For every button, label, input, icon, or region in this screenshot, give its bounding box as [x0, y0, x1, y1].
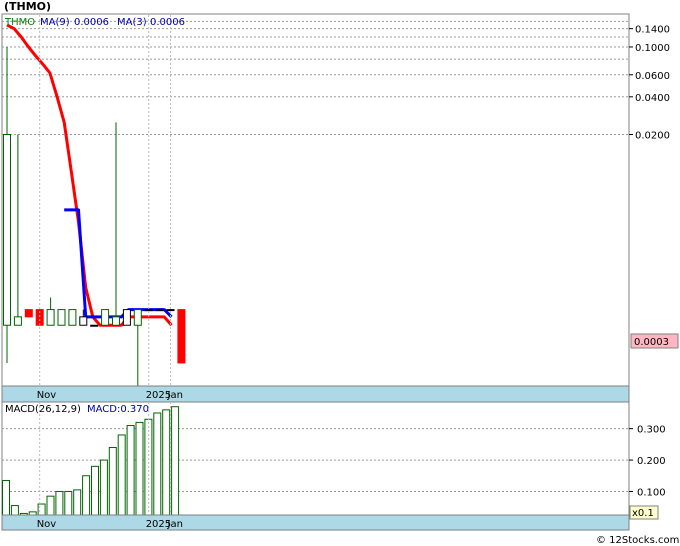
stock-chart: Nov 2025Jan 0.14000.10000.06000.04000.020…: [1, 13, 679, 546]
macd-title: MACD(26,12,9): [5, 404, 81, 415]
price-x-label: Nov: [37, 390, 57, 401]
ma3-line: [64, 208, 173, 319]
macd-bar: [73, 489, 82, 516]
macd-bar: [37, 503, 46, 516]
macd-bar: [99, 459, 108, 516]
macd-value-label: MACD:0.370: [87, 404, 149, 415]
macd-bar: [82, 475, 91, 516]
macd-bar: [171, 406, 180, 516]
candle-body: [177, 309, 186, 364]
price-x-axis-band: [1, 385, 630, 403]
price-ytick-label: 0.0600: [635, 71, 670, 82]
candle-body: [112, 316, 120, 326]
macd-bar: [117, 434, 126, 516]
macd-ytick-label: 0.200: [637, 456, 666, 467]
macd-bar: [126, 425, 135, 516]
macd-bar: [46, 495, 55, 516]
current-price-label: 0.0003: [634, 337, 669, 348]
candle-body: [155, 309, 164, 312]
macd-ytick-label: 0.300: [637, 425, 666, 436]
macd-bar: [2, 479, 10, 516]
macd-bar: [135, 421, 144, 516]
macd-bar: [162, 409, 171, 516]
price-x-label: Jan: [167, 390, 183, 401]
candle-body: [133, 309, 142, 326]
legend-ma9-label: MA(9): [40, 17, 70, 28]
macd-bar: [153, 412, 162, 516]
legend-symbol: THMO: [4, 17, 35, 28]
candle-body: [3, 134, 11, 326]
legend-ma9-value: 0.0006: [74, 17, 109, 28]
candle-body: [166, 309, 175, 312]
price-ytick-label: 0.0400: [635, 93, 670, 104]
macd-ytick-label: 0.100: [637, 487, 666, 498]
macd-bar: [64, 490, 73, 516]
candle-body: [90, 324, 99, 327]
ma9-line: [6, 23, 173, 327]
price-panel: [1, 13, 630, 403]
candle-body: [101, 309, 110, 326]
candle-body: [57, 309, 66, 326]
price-ytick-label: 0.1400: [635, 25, 670, 36]
candle-body: [46, 309, 55, 326]
price-ytick-label: 0.1000: [635, 43, 670, 54]
candle-body: [13, 316, 22, 326]
candle-body: [144, 309, 153, 312]
macd-x-label: Jan: [167, 519, 183, 530]
legend-ma3-value: 0.0006: [150, 17, 185, 28]
candle-body: [122, 309, 131, 326]
macd-x-label: Nov: [37, 519, 57, 530]
macd-bar: [55, 490, 64, 516]
candle-body: [24, 309, 33, 318]
copyright: © 12Stocks.com: [596, 535, 679, 546]
legend-ma3-label: MA(3): [117, 17, 147, 28]
macd-bar: [108, 447, 117, 516]
price-ytick-label: 0.0200: [635, 131, 670, 142]
candle-body: [68, 309, 77, 326]
macd-bar: [91, 465, 99, 516]
macd-bar: [10, 505, 19, 516]
macd-x-axis-band: [1, 514, 630, 531]
macd-scale-label: x0.1: [632, 508, 654, 519]
candle-body: [79, 316, 88, 326]
